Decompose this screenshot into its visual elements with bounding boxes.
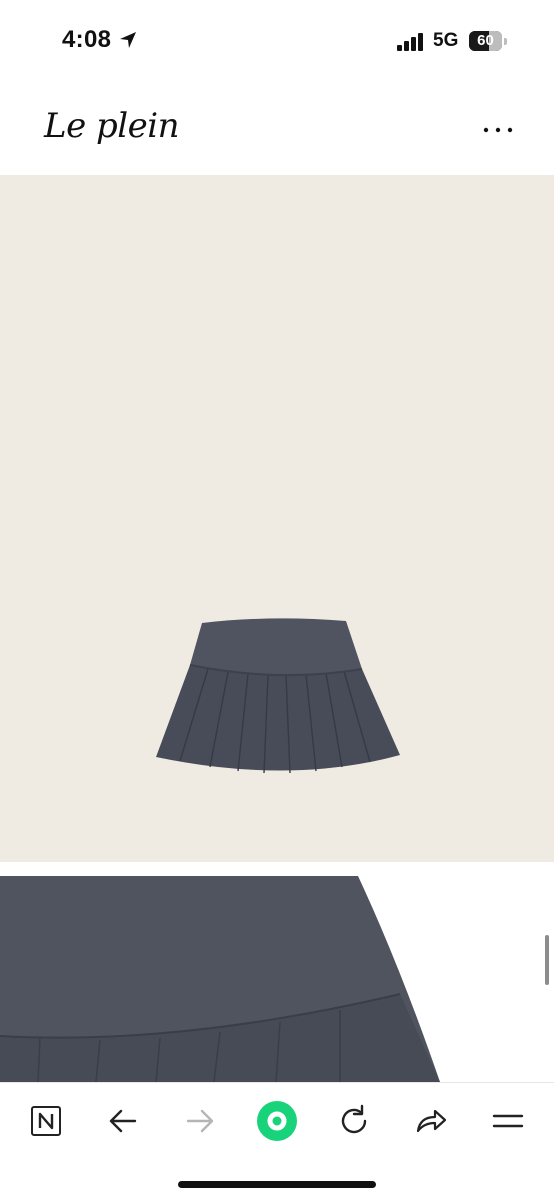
refresh-icon[interactable] — [332, 1099, 376, 1143]
location-arrow-icon — [120, 32, 136, 48]
green-home-icon[interactable] — [255, 1099, 299, 1143]
home-indicator[interactable] — [178, 1181, 376, 1188]
back-arrow-icon[interactable] — [101, 1099, 145, 1143]
battery-level: 60 — [477, 32, 494, 49]
battery-icon: 60 — [469, 31, 507, 51]
more-horizontal-icon[interactable] — [480, 124, 516, 136]
menu-icon[interactable] — [486, 1099, 530, 1143]
brand-logo[interactable]: Le plein — [44, 106, 180, 146]
product-image-detail[interactable] — [0, 862, 554, 1082]
browser-toolbar — [0, 1082, 554, 1201]
product-image-skirt[interactable] — [0, 175, 554, 862]
scrollbar-thumb[interactable] — [545, 935, 549, 985]
cellular-signal-icon — [397, 33, 423, 51]
skirt-fabric-closeup — [0, 876, 440, 1082]
naver-n-icon[interactable] — [24, 1099, 68, 1143]
status-bar: 4:08 5G 60 — [0, 0, 554, 80]
pleated-skirt-illustration — [156, 618, 400, 774]
forward-arrow-icon[interactable] — [178, 1099, 222, 1143]
app-header: Le plein — [0, 80, 554, 175]
network-type: 5G — [433, 30, 459, 51]
share-icon[interactable] — [409, 1099, 453, 1143]
status-time: 4:08 — [62, 26, 112, 53]
